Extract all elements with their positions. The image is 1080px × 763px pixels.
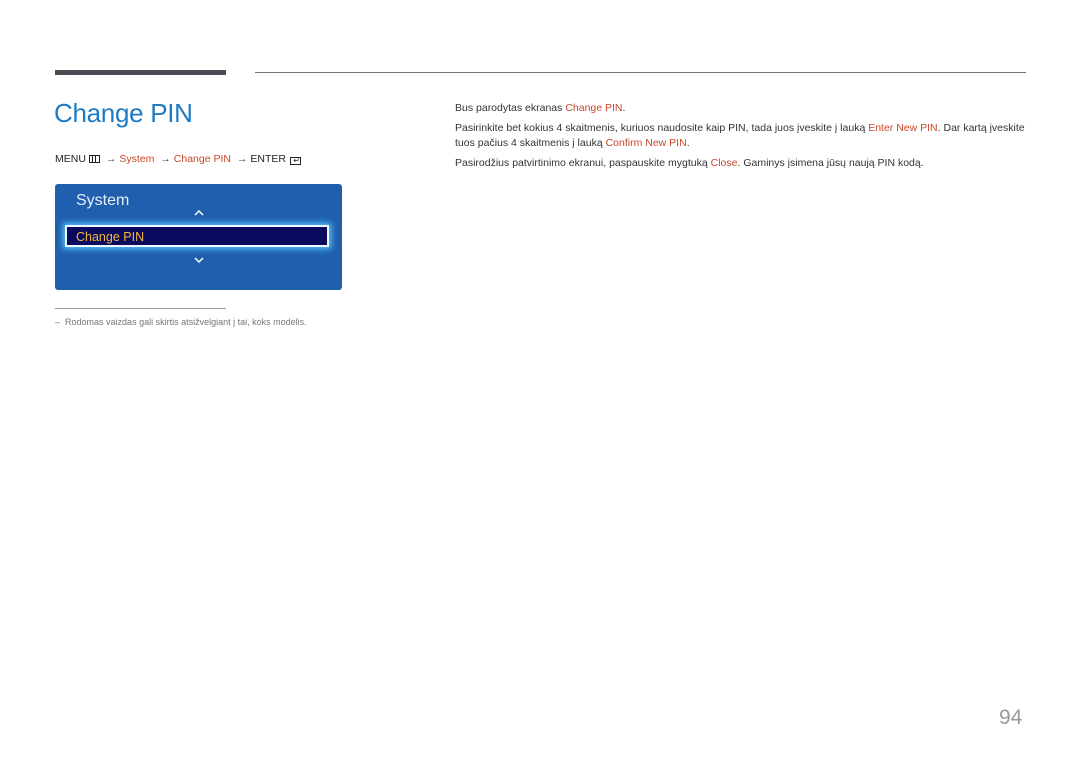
footnote-dash: – xyxy=(55,317,61,327)
menu-label: MENU xyxy=(55,153,86,165)
menu-path: MENU → System → Change PIN → ENTER ↵ xyxy=(55,153,301,165)
footnote-text: Rodomas vaizdas gali skirtis atsižvelgia… xyxy=(65,317,307,327)
header-rule-thick xyxy=(55,70,226,75)
text: . xyxy=(686,136,690,149)
arrow-icon: → xyxy=(236,153,248,165)
text: Pasirodžius patvirtinimo ekranui, paspau… xyxy=(455,156,711,169)
arrow-icon: → xyxy=(105,153,117,165)
arrow-icon: → xyxy=(160,153,171,165)
text: Pasirinkite bet kokius 4 skaitmenis, kur… xyxy=(455,122,869,134)
text: . xyxy=(622,102,626,114)
osd-title: System xyxy=(76,192,130,209)
osd-menu-panel: System Change PIN xyxy=(55,184,342,290)
paragraph-1: Bus parodytas ekranas Change PIN. xyxy=(455,101,1030,116)
chevron-up-icon[interactable] xyxy=(193,208,205,218)
chevron-down-icon[interactable] xyxy=(193,255,205,265)
text: Bus parodytas ekranas xyxy=(455,102,566,114)
text: . Gaminys įsimena jūsų naują PIN kodą. xyxy=(737,156,924,169)
page-number: 94 xyxy=(999,706,1023,729)
paragraph-3: Pasirodžius patvirtinimo ekranui, paspau… xyxy=(455,156,1030,171)
highlight-change-pin: Change PIN xyxy=(565,102,623,114)
enter-icon: ↵ xyxy=(290,157,301,165)
osd-item-change-pin[interactable]: Change PIN xyxy=(65,225,329,247)
osd-item-label: Change PIN xyxy=(76,230,145,244)
page-title: Change PIN xyxy=(54,98,193,128)
highlight-close: Close xyxy=(710,156,738,169)
highlight-confirm-new-pin: Confirm New PIN xyxy=(605,136,687,149)
highlight-enter-new-pin: Enter New PIN xyxy=(868,122,938,134)
enter-label: ENTER xyxy=(250,153,286,165)
paragraph-2: Pasirinkite bet kokius 4 skaitmenis, kur… xyxy=(455,121,1030,150)
menu-step-system: System xyxy=(119,153,155,165)
instructions: Bus parodytas ekranas Change PIN. Pasiri… xyxy=(455,101,1030,176)
footnote-rule xyxy=(55,308,226,309)
footnote: – Rodomas vaizdas gali skirtis atsižvelg… xyxy=(55,317,307,327)
menu-step-change-pin: Change PIN xyxy=(173,153,231,165)
header-rule-thin xyxy=(255,72,1026,73)
menu-grid-icon xyxy=(88,155,100,163)
